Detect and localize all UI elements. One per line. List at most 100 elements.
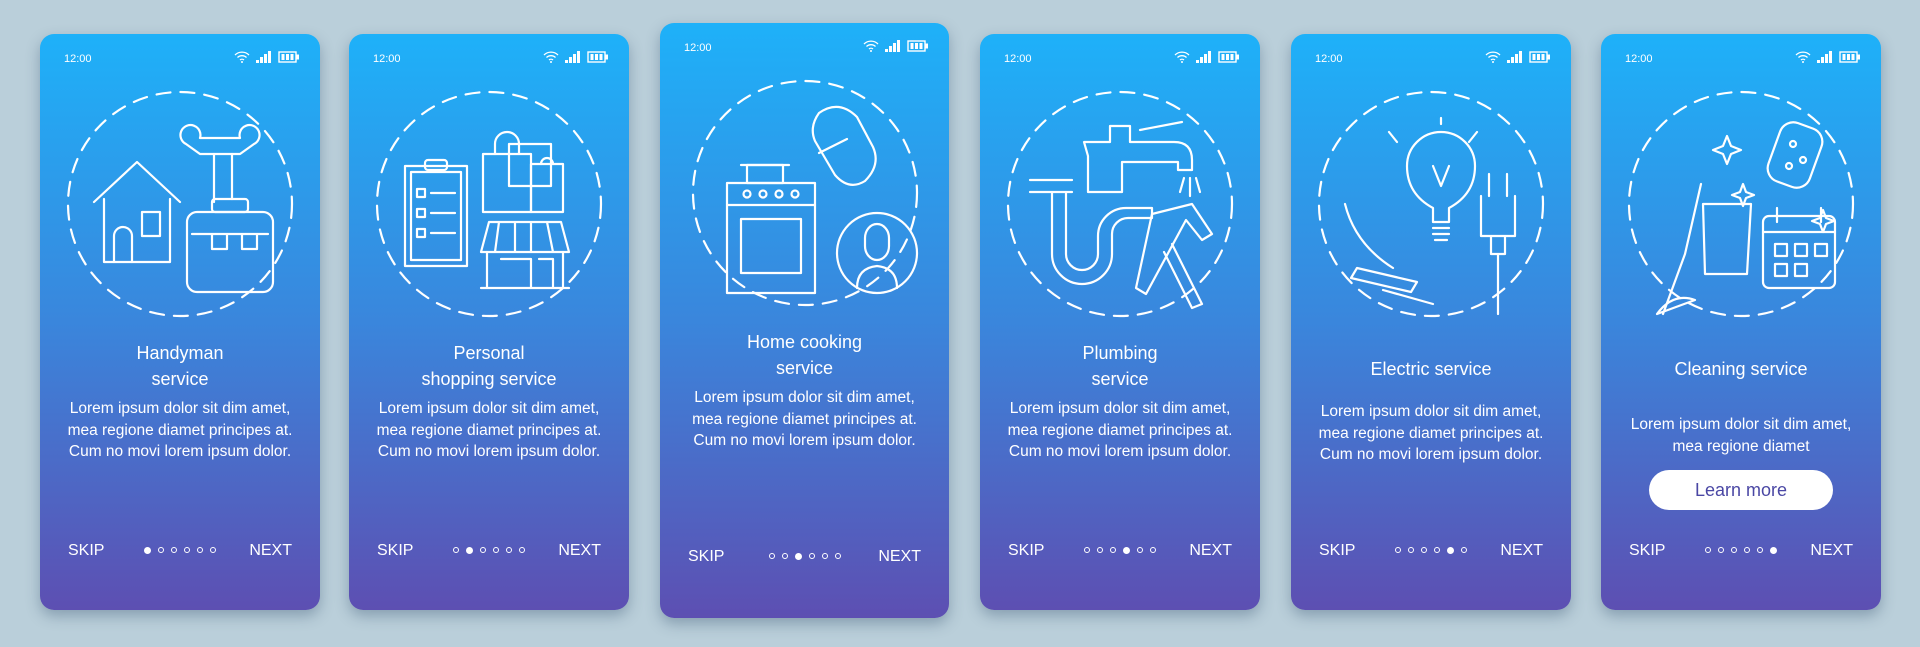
page-dot-4[interactable]	[808, 553, 815, 559]
status-bar: 12:00	[684, 40, 929, 56]
page-dot-1[interactable]	[453, 547, 459, 553]
cooking-illustration	[660, 75, 949, 315]
title-line: Personal	[453, 343, 525, 363]
page-dot-3[interactable]	[1421, 547, 1427, 553]
screen-title: Home cooking service	[670, 329, 939, 381]
page-dot-4[interactable]	[493, 547, 499, 553]
next-button[interactable]: NEXT	[249, 542, 292, 560]
page-indicator	[1084, 547, 1156, 554]
page-dot-3[interactable]	[1731, 547, 1737, 553]
onboarding-screen-2: 12:00 Personal shopping service Lorem ipsum…	[349, 34, 629, 610]
battery-icon	[1218, 51, 1240, 66]
screen-description: Lorem ipsum dolor sit dim amet, mea regi…	[1007, 400, 1233, 460]
page-indicator	[1705, 547, 1777, 554]
onboarding-screen-6: 12:00 Cleaning service Lorem ipsum dolor s…	[1601, 34, 1881, 610]
status-time: 12:00	[373, 53, 401, 65]
page-dot-5[interactable]	[1757, 547, 1763, 553]
wifi-icon	[543, 51, 559, 66]
page-dot-2[interactable]	[1718, 547, 1724, 553]
learn-more-button[interactable]: Learn more	[1649, 470, 1833, 510]
page-dot-4[interactable]	[184, 547, 190, 553]
page-dot-2[interactable]	[1097, 547, 1103, 553]
skip-button[interactable]: SKIP	[68, 542, 104, 560]
page-dot-3[interactable]	[794, 553, 802, 560]
next-button[interactable]: NEXT	[558, 542, 601, 560]
skip-button[interactable]: SKIP	[377, 542, 413, 560]
page-indicator	[1395, 547, 1467, 554]
screen-description: Lorem ipsum dolor sit dim amet, mea regi…	[1318, 403, 1544, 463]
status-time: 12:00	[1315, 53, 1343, 65]
page-dot-1[interactable]	[1395, 547, 1401, 553]
status-bar: 12:00	[373, 51, 609, 67]
handyman-illustration	[40, 86, 320, 326]
page-dot-5[interactable]	[197, 547, 203, 553]
plumbing-illustration	[980, 86, 1260, 326]
skip-button[interactable]: SKIP	[1008, 542, 1044, 560]
next-button[interactable]: NEXT	[878, 548, 921, 566]
battery-icon	[1529, 51, 1551, 66]
title-line: Cleaning service	[1674, 359, 1808, 379]
signal-icon	[1817, 51, 1833, 66]
page-dot-4[interactable]	[1123, 547, 1130, 554]
signal-icon	[885, 40, 901, 55]
onboarding-screen-3: 12:00 Home cooking service Lorem ipsum dolo…	[660, 23, 949, 618]
status-time: 12:00	[1004, 53, 1032, 65]
page-dot-1[interactable]	[768, 553, 775, 559]
onboarding-nav: SKIP NEXT	[980, 542, 1260, 562]
wifi-icon	[1795, 51, 1811, 66]
page-dot-6[interactable]	[834, 553, 841, 559]
screen-description: Lorem ipsum dolor sit dim amet, mea regi…	[1630, 416, 1852, 455]
page-dot-5[interactable]	[1447, 547, 1454, 554]
battery-icon	[587, 51, 609, 66]
page-dot-6[interactable]	[1770, 547, 1777, 554]
page-indicator	[768, 553, 841, 560]
shopping-illustration	[349, 86, 629, 326]
skip-button[interactable]: SKIP	[688, 548, 724, 566]
page-dot-1[interactable]	[1084, 547, 1090, 553]
electric-illustration	[1291, 86, 1571, 326]
page-indicator	[144, 547, 216, 554]
page-dot-5[interactable]	[1137, 547, 1143, 553]
onboarding-nav: SKIP NEXT	[660, 548, 949, 568]
next-button[interactable]: NEXT	[1500, 542, 1543, 560]
page-dot-2[interactable]	[158, 547, 164, 553]
page-dot-1[interactable]	[1705, 547, 1711, 553]
onboarding-nav: SKIP NEXT	[349, 542, 629, 562]
screen-description: Lorem ipsum dolor sit dim amet, mea regi…	[692, 389, 917, 449]
signal-icon	[1196, 51, 1212, 66]
page-dot-6[interactable]	[1461, 547, 1467, 553]
page-dot-1[interactable]	[144, 547, 151, 554]
skip-button[interactable]: SKIP	[1629, 542, 1665, 560]
page-dot-2[interactable]	[1408, 547, 1414, 553]
status-bar: 12:00	[64, 51, 300, 67]
page-dot-3[interactable]	[171, 547, 177, 553]
next-button[interactable]: NEXT	[1189, 542, 1232, 560]
page-dot-2[interactable]	[781, 553, 788, 559]
screen-title: Plumbing service	[990, 340, 1250, 392]
page-dot-4[interactable]	[1744, 547, 1750, 553]
title-line: Electric service	[1370, 359, 1492, 379]
page-dot-5[interactable]	[821, 553, 828, 559]
page-dot-3[interactable]	[1110, 547, 1116, 553]
battery-icon	[907, 40, 929, 55]
title-line: service	[775, 358, 833, 378]
onboarding-nav: SKIP NEXT	[1291, 542, 1571, 562]
battery-icon	[278, 51, 300, 66]
skip-button[interactable]: SKIP	[1319, 542, 1355, 560]
title-line: service	[1091, 369, 1149, 389]
page-dot-6[interactable]	[519, 547, 525, 553]
title-line: service	[151, 369, 209, 389]
next-button[interactable]: NEXT	[1810, 542, 1853, 560]
page-dot-5[interactable]	[506, 547, 512, 553]
status-bar: 12:00	[1625, 51, 1861, 67]
page-dot-6[interactable]	[210, 547, 216, 553]
page-dot-4[interactable]	[1434, 547, 1440, 553]
status-time: 12:00	[684, 42, 712, 54]
page-dot-6[interactable]	[1150, 547, 1156, 553]
onboarding-screen-1: 12:00 Handyman service Lorem ipsum dolor si…	[40, 34, 320, 610]
title-line: Plumbing	[1082, 343, 1158, 363]
page-dot-2[interactable]	[466, 547, 473, 554]
page-dot-3[interactable]	[480, 547, 486, 553]
signal-icon	[565, 51, 581, 66]
signal-icon	[1507, 51, 1523, 66]
